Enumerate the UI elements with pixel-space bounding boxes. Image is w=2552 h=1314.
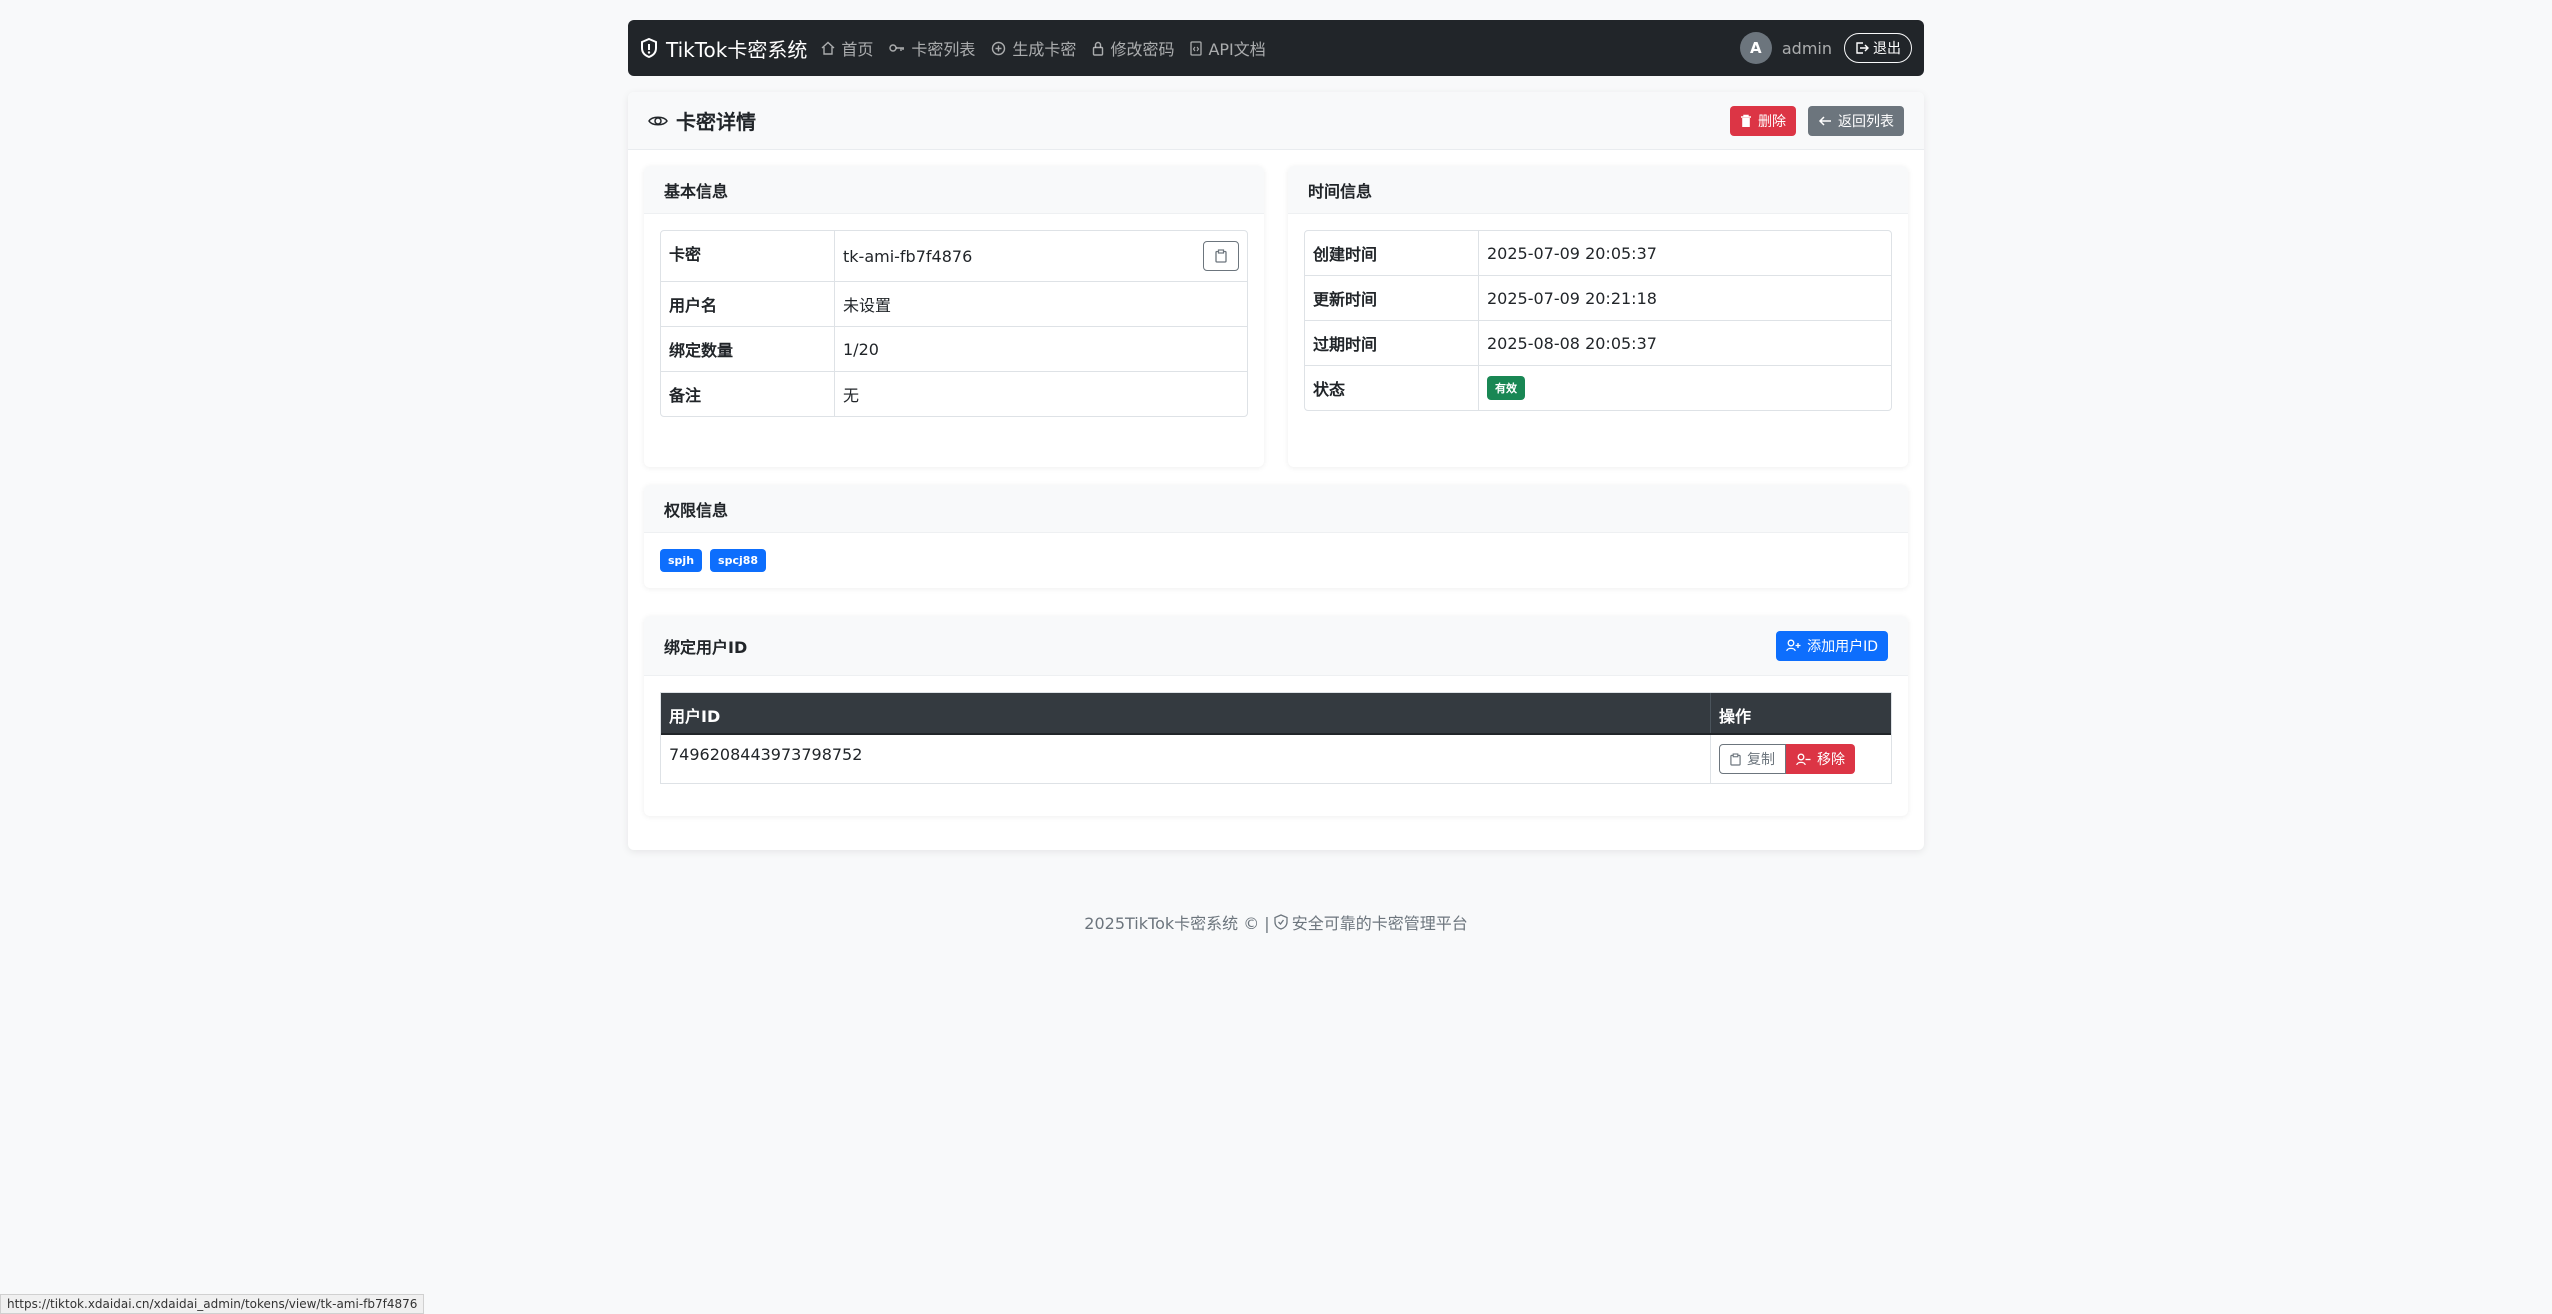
page-title-text: 卡密详情 (676, 110, 756, 134)
column-header-actions: 操作 (1719, 707, 1752, 726)
time-info-table: 创建时间 2025-07-09 20:05:37 更新时间 2025-07-09… (1304, 230, 1892, 411)
status-bar-url: https://tiktok.xdaidai.cn/xdaidai_admin/… (0, 1294, 425, 1314)
info-row-status: 状态 有效 (1305, 366, 1891, 410)
info-row-created: 创建时间 2025-07-09 20:05:37 (1305, 231, 1891, 276)
logout-label: 退出 (1873, 41, 1901, 57)
token-detail-card: 卡密详情 删除 返回列表 基本信息 卡密 tk-ami-fb7f4876 用户名… (628, 92, 1924, 850)
logout-button[interactable]: 退出 (1844, 33, 1912, 63)
info-row-username: 用户名 未设置 (661, 282, 1247, 327)
footer-copyright: 2025TikTok卡密系统 © | (1084, 914, 1270, 933)
avatar: A (1739, 32, 1772, 64)
info-key: 绑定数量 (661, 327, 835, 371)
info-key: 过期时间 (1305, 321, 1479, 365)
info-key: 创建时间 (1305, 231, 1479, 275)
permission-badge: spjh (660, 549, 703, 572)
info-key: 备注 (661, 372, 835, 416)
copy-label: 复制 (1747, 752, 1775, 768)
nav-change-password[interactable]: 修改密码 (1092, 36, 1174, 60)
nav-home-label: 首页 (841, 40, 874, 59)
table-header: 用户ID 操作 (661, 693, 1891, 735)
delete-label: 删除 (1758, 113, 1786, 130)
brand[interactable]: TikTok卡密系统 (640, 34, 807, 63)
user-id-cell: 7496208443973798752 (661, 735, 1711, 783)
info-row-remark: 备注 无 (661, 372, 1247, 416)
basic-info-table: 卡密 tk-ami-fb7f4876 用户名 未设置 绑定数量 1/20 备注 … (660, 230, 1248, 417)
column-header-user-id: 用户ID (661, 693, 1711, 733)
page-title: 卡密详情 (648, 106, 756, 135)
permissions-card: 权限信息 spjh spcj88 (644, 485, 1908, 588)
arrow-left-icon (1818, 115, 1832, 127)
nav-api-docs[interactable]: API文档 (1190, 36, 1266, 60)
info-value: 未设置 (843, 296, 892, 315)
basic-info-card: 基本信息 卡密 tk-ami-fb7f4876 用户名 未设置 绑定数量 1/2… (644, 166, 1264, 467)
top-navbar: TikTok卡密系统 首页 卡密列表 生成卡密 修改密码 API文档 A adm… (628, 20, 1924, 76)
bound-users-card: 绑定用户ID 添加用户ID 用户ID 操作 749620844397379875… (644, 616, 1908, 816)
house-icon (821, 41, 835, 55)
info-key: 用户名 (661, 282, 835, 326)
shield-icon (640, 38, 658, 58)
clipboard-icon (1730, 752, 1741, 766)
status-badge: 有效 (1487, 376, 1525, 400)
remove-label: 移除 (1817, 752, 1845, 768)
lock-icon (1092, 41, 1104, 56)
page-container: TikTok卡密系统 首页 卡密列表 生成卡密 修改密码 API文档 A adm… (628, 20, 1924, 850)
back-to-list-button[interactable]: 返回列表 (1808, 105, 1904, 136)
permission-badge: spcj88 (710, 549, 767, 572)
person-plus-icon (1786, 639, 1801, 652)
nav-api-docs-label: API文档 (1208, 40, 1266, 59)
time-info-card: 时间信息 创建时间 2025-07-09 20:05:37 更新时间 2025-… (1288, 166, 1908, 467)
nav-change-password-label: 修改密码 (1110, 40, 1175, 59)
add-user-id-label: 添加用户ID (1807, 638, 1878, 655)
add-user-id-button[interactable]: 添加用户ID (1776, 630, 1888, 661)
nav-home[interactable]: 首页 (821, 36, 873, 60)
nav-generate-label: 生成卡密 (1012, 40, 1077, 59)
info-row-updated: 更新时间 2025-07-09 20:21:18 (1305, 276, 1891, 321)
remove-user-id-button[interactable]: 移除 (1786, 744, 1855, 774)
info-value: 2025-07-09 20:05:37 (1487, 243, 1657, 263)
plus-circle-icon (991, 41, 1006, 56)
table-row: 7496208443973798752 复制 移除 (661, 735, 1891, 783)
footer: 2025TikTok卡密系统 © | 安全可靠的卡密管理平台 (0, 910, 2552, 934)
back-label: 返回列表 (1838, 113, 1894, 130)
nav-token-list[interactable]: 卡密列表 (889, 36, 975, 60)
basic-info-title: 基本信息 (644, 166, 1264, 214)
nav-generate[interactable]: 生成卡密 (991, 36, 1076, 60)
eye-icon (648, 114, 668, 128)
info-key: 更新时间 (1305, 276, 1479, 320)
brand-text: TikTok卡密系统 (666, 37, 808, 62)
time-info-title: 时间信息 (1288, 166, 1908, 214)
username: admin (1781, 38, 1832, 58)
file-code-icon (1190, 40, 1203, 56)
bound-users-title: 绑定用户ID (664, 637, 748, 657)
copy-token-button[interactable] (1203, 241, 1239, 271)
person-dash-icon (1796, 753, 1811, 766)
info-value: 2025-07-09 20:21:18 (1487, 288, 1657, 308)
copy-user-id-button[interactable]: 复制 (1719, 744, 1786, 774)
key-icon (889, 43, 905, 53)
bound-users-table: 用户ID 操作 7496208443973798752 复制 移除 (660, 692, 1892, 784)
permissions-title: 权限信息 (644, 485, 1908, 533)
logout-icon (1855, 41, 1869, 55)
info-row-expires: 过期时间 2025-08-08 20:05:37 (1305, 321, 1891, 366)
footer-tagline: 安全可靠的卡密管理平台 (1291, 914, 1468, 933)
shield-check-icon (1274, 914, 1288, 930)
card-header: 卡密详情 删除 返回列表 (628, 92, 1924, 150)
info-row-bind-count: 绑定数量 1/20 (661, 327, 1247, 372)
nav-token-list-label: 卡密列表 (911, 40, 976, 59)
info-value: 1/20 (843, 339, 879, 359)
token-value: tk-ami-fb7f4876 (843, 246, 973, 266)
info-row-token: 卡密 tk-ami-fb7f4876 (661, 231, 1247, 282)
trash-icon (1740, 114, 1752, 128)
info-key: 卡密 (661, 231, 835, 281)
clipboard-icon (1215, 249, 1227, 263)
info-value: 无 (843, 386, 860, 405)
user-menu[interactable]: A admin (1739, 32, 1832, 64)
info-key: 状态 (1305, 366, 1479, 410)
info-value: 2025-08-08 20:05:37 (1487, 333, 1657, 353)
delete-button[interactable]: 删除 (1730, 105, 1796, 136)
